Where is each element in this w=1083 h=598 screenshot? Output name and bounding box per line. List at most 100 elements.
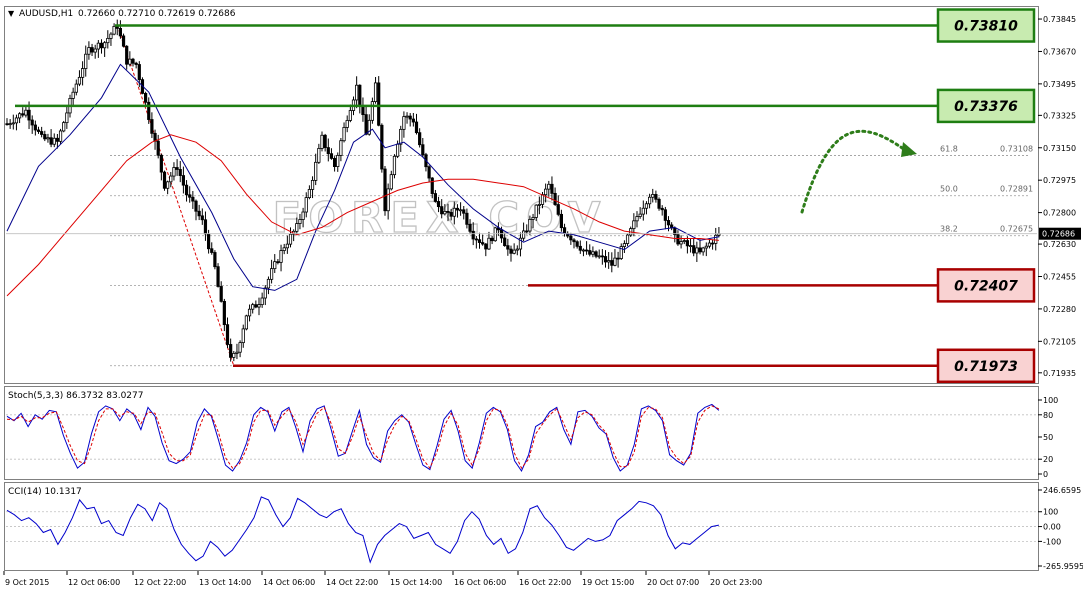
cci-axis-label: -265.9595 [1043,562,1083,571]
candle-body [172,167,176,177]
candle-body [301,211,305,220]
resistance-label: 0.73376 [954,99,1018,115]
candle-body [276,261,280,264]
candle-body [477,239,482,243]
candle-body [166,181,170,189]
dropdown-triangle-icon[interactable]: ▼ [8,9,15,18]
candle-body [704,245,708,249]
candle-body [295,223,299,232]
candle-body [74,83,78,93]
candle-body [603,256,608,263]
candle-body [279,250,283,263]
candle-body [386,188,390,212]
candle-body [622,243,627,247]
candle-body [5,123,9,126]
candle-body [411,118,415,123]
candle-body [380,124,384,170]
stoch-axis-label: 0 [1043,470,1048,479]
candle-body [191,196,195,202]
candle-body [310,179,315,190]
candle-body [109,33,113,39]
candle-body [364,114,368,135]
candle-body [531,217,535,220]
candle-body [613,257,617,266]
candle-body [266,278,271,289]
candle-body [490,237,494,242]
candle-body [534,204,538,218]
candle-body [452,207,456,217]
candle-body [597,255,601,258]
candle-body [216,266,220,287]
candle-body [436,201,441,208]
price-axis-label: 0.73495 [1043,80,1076,89]
candle-body [329,153,334,159]
candle-body [128,58,132,65]
watermark-text: FOREX.COV [273,193,608,242]
candle-body [484,243,488,250]
candle-body [118,28,122,37]
candle-body [632,220,636,230]
candle-body [21,113,25,116]
candle-body [525,230,529,233]
candle-body [282,247,286,251]
candle-body [355,84,359,101]
resistance-label: 0.73810 [954,19,1018,35]
candle-body [392,155,397,176]
candle-body [635,216,639,222]
candle-body [46,137,50,140]
candle-body [257,304,261,308]
candle-body [93,48,97,53]
time-axis-label: 15 Oct 14:00 [390,578,442,587]
candle-body [14,117,19,124]
candle-body [544,188,548,196]
candle-body [506,245,510,250]
candle-body [162,171,167,189]
candle-body [493,227,497,242]
candle-body [181,175,185,186]
candle-body [184,184,189,196]
candle-body [572,239,576,243]
candle-body [159,154,163,173]
candle-body [585,249,589,252]
time-axis-label: 16 Oct 06:00 [454,578,506,587]
candle-body [121,35,126,47]
candle-body [430,177,434,194]
price-axis-label: 0.72280 [1043,305,1076,314]
candle-body [241,328,245,344]
candle-body [685,240,690,247]
candle-body [377,82,381,126]
candle-body [373,82,378,103]
cci-axis-label: 246.6595 [1043,486,1081,495]
candle-body [638,213,642,217]
time-axis-label: 19 Oct 15:00 [582,578,634,587]
candle-body [701,247,705,253]
candle-body [81,68,85,78]
candle-body [251,304,255,310]
candle-body [96,42,100,50]
candle-body [556,204,560,215]
candle-body [33,124,37,131]
fib-percent-label: 50.0 [940,185,958,194]
chart-window: FOREX.COV ▼ AUDUSD,H1 0.72660 0.72710 0.… [0,0,1083,593]
candle-body [288,233,293,245]
candle-body [537,204,541,206]
candle-body [648,196,652,205]
candle-body [512,249,516,254]
candle-body [528,218,532,232]
cci-axis-label: -100 [1043,537,1061,546]
time-axis-label: 9 Oct 2015 [5,578,49,587]
candle-body [714,234,718,244]
candle-body [339,140,343,156]
candle-body [87,47,91,55]
price-axis-label: 0.71935 [1043,369,1076,378]
candle-body [559,213,564,229]
stoch-axis-label: 80 [1043,411,1053,420]
candle-body [688,245,693,247]
candle-body [591,251,595,255]
candle-body [578,245,582,251]
candle-body [440,206,444,215]
candle-body [503,237,507,247]
candle-body [307,189,312,199]
candle-body [481,242,485,245]
candle-body [197,210,201,217]
